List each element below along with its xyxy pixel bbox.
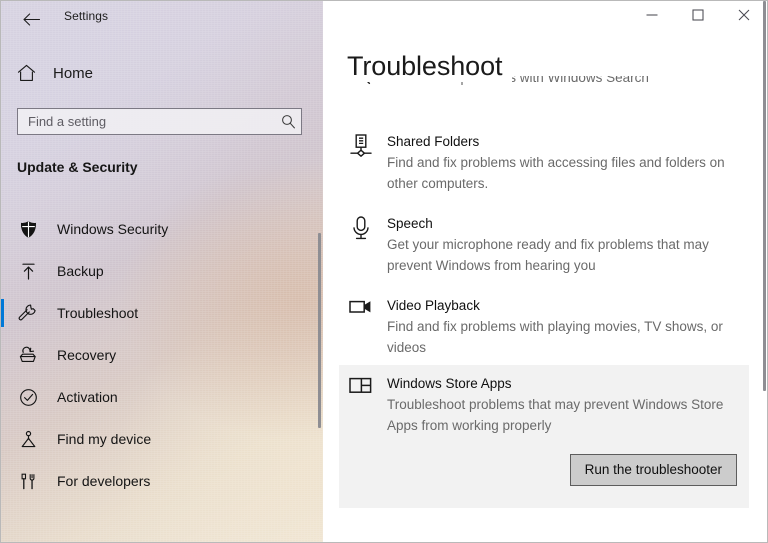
recovery-icon bbox=[17, 344, 39, 366]
troubleshooter-body: Windows Store Apps Troubleshoot problems… bbox=[387, 374, 739, 486]
window-title: Settings bbox=[64, 9, 108, 23]
sidebar-item-label: Troubleshoot bbox=[57, 305, 138, 321]
home-icon bbox=[15, 62, 37, 84]
developer-tools-icon bbox=[17, 470, 39, 492]
troubleshooter-description: Find and fix problems with accessing fil… bbox=[387, 152, 739, 194]
back-button[interactable] bbox=[9, 4, 53, 34]
sidebar-item-home-label: Home bbox=[53, 65, 93, 82]
troubleshooter-name: Video Playback bbox=[387, 296, 739, 315]
troubleshooter-name: Speech bbox=[387, 214, 739, 233]
troubleshooter-item-selected[interactable]: Windows Store Apps Troubleshoot problems… bbox=[339, 365, 749, 508]
video-camera-icon bbox=[349, 296, 373, 358]
sidebar: Settings Home Update & Security bbox=[1, 1, 323, 543]
sidebar-item-backup[interactable]: Backup bbox=[1, 250, 323, 292]
sidebar-item-recovery[interactable]: Recovery bbox=[1, 334, 323, 376]
wrench-icon bbox=[17, 302, 39, 324]
sidebar-item-activation[interactable]: Activation bbox=[1, 376, 323, 418]
troubleshooter-body: Video Playback Find and fix problems wit… bbox=[387, 296, 739, 358]
troubleshooter-description: Troubleshoot problems that may prevent W… bbox=[387, 394, 739, 436]
sidebar-item-label: For developers bbox=[57, 473, 150, 489]
search-box[interactable] bbox=[17, 108, 302, 135]
troubleshooter-item[interactable]: Speech Get your microphone ready and fix… bbox=[339, 205, 749, 285]
shield-icon bbox=[17, 218, 39, 240]
sidebar-nav-list: Windows Security Backup bbox=[1, 208, 323, 502]
troubleshooter-description: Find and fix problems with playing movie… bbox=[387, 316, 739, 358]
microphone-icon bbox=[349, 214, 373, 276]
store-apps-icon bbox=[349, 374, 373, 486]
run-troubleshooter-button[interactable]: Run the troubleshooter bbox=[570, 454, 737, 486]
check-circle-icon bbox=[17, 386, 39, 408]
settings-window: Settings Home Update & Security bbox=[0, 0, 768, 543]
run-button-row: Run the troubleshooter bbox=[387, 454, 739, 486]
sidebar-item-label: Recovery bbox=[57, 347, 116, 363]
troubleshooter-name: Shared Folders bbox=[387, 132, 739, 151]
content-scrollbar[interactable] bbox=[763, 1, 766, 391]
troubleshooter-name: Windows Store Apps bbox=[387, 374, 739, 393]
troubleshooter-body: Speech Get your microphone ready and fix… bbox=[387, 214, 739, 276]
search-icon[interactable] bbox=[275, 114, 301, 129]
sidebar-item-home[interactable]: Home bbox=[15, 62, 93, 84]
sidebar-item-for-developers[interactable]: For developers bbox=[1, 460, 323, 502]
find-device-icon bbox=[17, 428, 39, 450]
sidebar-item-find-my-device[interactable]: Find my device bbox=[1, 418, 323, 460]
sidebar-section-title: Update & Security bbox=[17, 159, 138, 175]
selection-indicator bbox=[1, 299, 4, 327]
search-input[interactable] bbox=[18, 114, 275, 129]
sidebar-item-windows-security[interactable]: Windows Security bbox=[1, 208, 323, 250]
shared-folders-icon bbox=[349, 132, 373, 194]
sidebar-item-label: Find my device bbox=[57, 431, 151, 447]
troubleshooter-item[interactable]: Video Playback Find and fix problems wit… bbox=[339, 287, 749, 367]
sidebar-scrollbar[interactable] bbox=[318, 233, 321, 428]
troubleshoot-scroll-area: Find and fix problems with Windows Searc… bbox=[323, 1, 768, 542]
troubleshooter-body: Shared Folders Find and fix problems wit… bbox=[387, 132, 739, 194]
troubleshooter-description: Get your microphone ready and fix proble… bbox=[387, 234, 739, 276]
sidebar-item-label: Backup bbox=[57, 263, 104, 279]
main-content: Find and fix problems with Windows Searc… bbox=[323, 1, 768, 542]
sidebar-item-troubleshoot[interactable]: Troubleshoot bbox=[1, 292, 323, 334]
back-arrow-icon bbox=[23, 13, 40, 26]
sidebar-item-label: Windows Security bbox=[57, 221, 168, 237]
sidebar-item-label: Activation bbox=[57, 389, 118, 405]
troubleshooter-item[interactable]: Shared Folders Find and fix problems wit… bbox=[339, 123, 749, 203]
backup-upload-icon bbox=[17, 260, 39, 282]
page-title: Troubleshoot bbox=[347, 51, 512, 82]
